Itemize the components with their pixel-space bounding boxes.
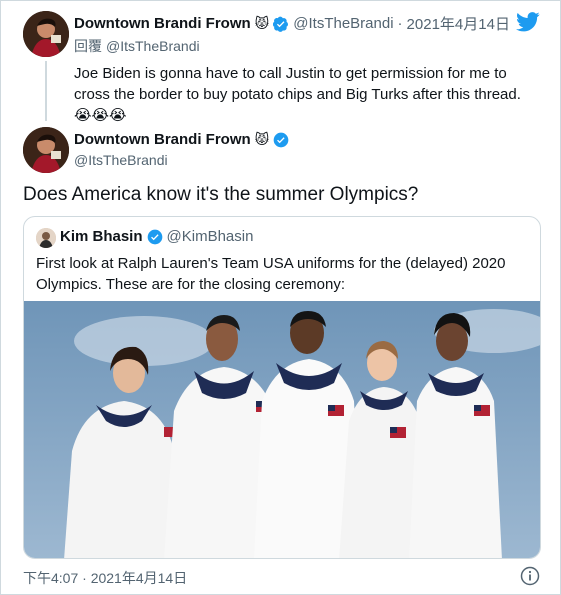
- thread-connector: [45, 61, 47, 121]
- display-name[interactable]: Downtown Brandi Frown: [74, 15, 251, 32]
- separator: ·: [397, 15, 403, 32]
- main-handle-row: @ItsTheBrandi: [74, 152, 168, 168]
- tweet-card: Downtown Brandi Frown 😾 @ItsTheBrandi · …: [0, 0, 561, 595]
- avatar: [36, 228, 56, 248]
- replying-prefix: 回覆: [74, 38, 102, 54]
- tweet-date[interactable]: 2021年4月14日: [407, 13, 510, 34]
- main-header: Downtown Brandi Frown 😾: [74, 131, 289, 148]
- twitter-bird-icon[interactable]: [516, 12, 540, 32]
- tweet-text: Does America know it's the summer Olympi…: [23, 184, 419, 205]
- quoted-text: First look at Ralph Lauren's Team USA un…: [36, 255, 506, 293]
- reply-text-body: Joe Biden is gonna have to call Justin t…: [74, 65, 521, 103]
- reply-header: Downtown Brandi Frown 😾 @ItsTheBrandi · …: [74, 13, 510, 34]
- tweet-timestamp[interactable]: 下午4:07 · 2021年4月14日: [23, 568, 187, 588]
- info-icon[interactable]: [520, 566, 540, 586]
- cat-emoji: 😾: [254, 15, 270, 31]
- handle[interactable]: @ItsTheBrandi: [293, 15, 393, 32]
- quoted-display-name: Kim Bhasin: [60, 228, 143, 245]
- handle[interactable]: @ItsTheBrandi: [74, 152, 168, 168]
- replying-to: 回覆 @ItsTheBrandi: [74, 36, 200, 56]
- replying-handle[interactable]: @ItsTheBrandi: [106, 38, 200, 54]
- verified-badge-icon: [273, 132, 289, 147]
- quoted-header: Kim Bhasin @KimBhasin: [60, 228, 253, 245]
- olympic-uniforms-photo[interactable]: [24, 301, 541, 559]
- quoted-handle: @KimBhasin: [166, 228, 254, 245]
- crying-emojis: 😭😭😭: [74, 107, 127, 124]
- verified-badge-icon: [147, 229, 162, 244]
- verified-badge-icon: [273, 16, 289, 32]
- cat-emoji: 😾: [254, 131, 270, 147]
- avatar[interactable]: [23, 11, 69, 57]
- reply-text: Joe Biden is gonna have to call Justin t…: [74, 63, 544, 126]
- display-name[interactable]: Downtown Brandi Frown: [74, 131, 251, 148]
- quoted-tweet[interactable]: Kim Bhasin @KimBhasin First look at Ralp…: [23, 216, 541, 559]
- avatar[interactable]: [23, 127, 69, 173]
